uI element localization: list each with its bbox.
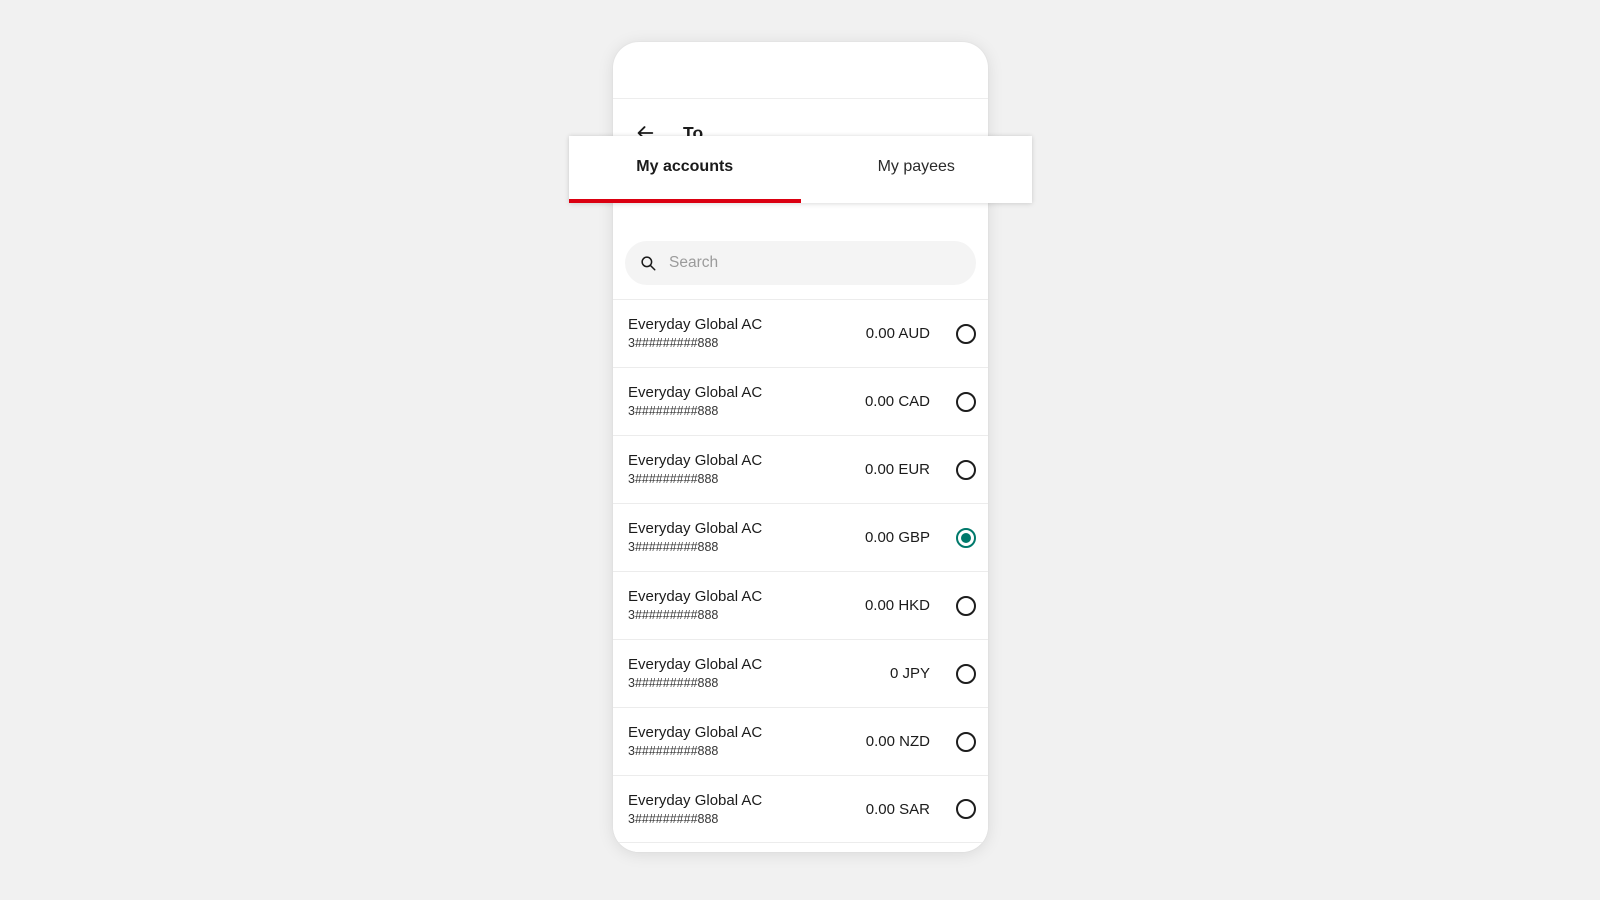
search-section <box>613 203 988 285</box>
account-number: 3#########888 <box>628 744 719 758</box>
account-row[interactable]: Everyday Global AC 3#########888 0.00 EUR <box>613 435 988 503</box>
account-row[interactable]: Everyday Global AC 3#########888 0.00 CAD <box>613 367 988 435</box>
account-name: Everyday Global AC <box>628 316 763 333</box>
account-name: Everyday Global AC <box>628 724 763 741</box>
search-icon <box>641 256 656 271</box>
account-number: 3#########888 <box>628 540 719 554</box>
account-balance: 0.00 AUD <box>865 325 930 342</box>
tab-label: My accounts <box>636 157 734 175</box>
search-field[interactable] <box>625 241 976 285</box>
account-name: Everyday Global AC <box>628 588 763 605</box>
account-number: 3#########888 <box>628 811 719 826</box>
tab-active-indicator <box>569 199 801 203</box>
account-name: Everyday Global AC <box>628 656 763 673</box>
account-balance: 0 JPY <box>889 665 930 682</box>
account-number: 3#########888 <box>628 608 719 622</box>
content-area: Everyday Global AC3#########8880.00 AUDE… <box>613 203 988 852</box>
radio-button[interactable] <box>956 663 976 684</box>
search-input[interactable] <box>669 254 962 272</box>
account-name: Everyday Global AC <box>628 791 763 809</box>
account-row[interactable]: Everyday Global AC 3#########888 0.00 AUD <box>613 299 988 367</box>
tab-my-payees[interactable]: My payees <box>801 136 1033 203</box>
account-row[interactable]: Everyday Global AC 3#########888 0 JPY <box>613 639 988 707</box>
account-details: Everyday Global AC 3#########888 <box>628 383 865 420</box>
radio-button[interactable] <box>956 595 976 616</box>
radio-button[interactable] <box>956 799 976 819</box>
tab-my-accounts[interactable]: My accounts <box>569 136 801 203</box>
account-number: 3#########888 <box>628 472 719 486</box>
account-name: Everyday Global AC <box>628 452 763 469</box>
account-details: Everyday Global AC 3#########888 <box>628 315 866 352</box>
account-list: Everyday Global AC 3#########888 0.00 AUD E… <box>613 299 988 843</box>
account-details: Everyday Global AC 3#########888 <box>628 451 865 488</box>
account-details: Everyday Global AC 3#########888 <box>628 519 865 556</box>
radio-button-selected[interactable] <box>956 527 976 548</box>
account-details: Everyday Global AC 3#########888 <box>628 723 866 760</box>
account-row[interactable]: Everyday Global AC 3#########888 0.00 HKD <box>613 571 988 639</box>
account-balance: 0.00 GBP <box>864 529 930 546</box>
account-details: Everyday Global AC 3#########888 <box>628 791 866 828</box>
account-balance: 0.00 CAD <box>864 393 930 410</box>
account-balance: 0.00 EUR <box>864 461 930 478</box>
tab-label: My payees <box>877 157 955 175</box>
account-row[interactable]: Everyday Global AC 3#########888 0.00 NZD <box>613 707 988 775</box>
account-name: Everyday Global AC <box>628 520 763 537</box>
radio-button[interactable] <box>956 391 976 412</box>
account-number: 3#########888 <box>628 336 719 350</box>
account-number: 3#########888 <box>628 404 719 418</box>
account-details: Everyday Global AC 3#########888 <box>628 587 865 624</box>
account-balance: 0.00 SAR <box>865 800 930 818</box>
radio-button[interactable] <box>956 731 976 752</box>
account-row[interactable]: Everyday Global AC 3#########888 0.00 GBP <box>613 503 988 571</box>
account-details: Everyday Global AC 3#########888 <box>628 655 890 692</box>
radio-button[interactable] <box>956 323 976 344</box>
tab-bar: My accounts My payees <box>569 136 1032 203</box>
account-row[interactable]: Everyday Global AC 3#########888 0.00 SAR <box>613 775 988 843</box>
account-name: Everyday Global AC <box>628 384 763 401</box>
radio-button[interactable] <box>956 459 976 480</box>
account-number: 3#########888 <box>628 676 719 690</box>
account-balance: 0.00 HKD <box>864 597 930 614</box>
account-balance: 0.00 NZD <box>865 733 930 750</box>
